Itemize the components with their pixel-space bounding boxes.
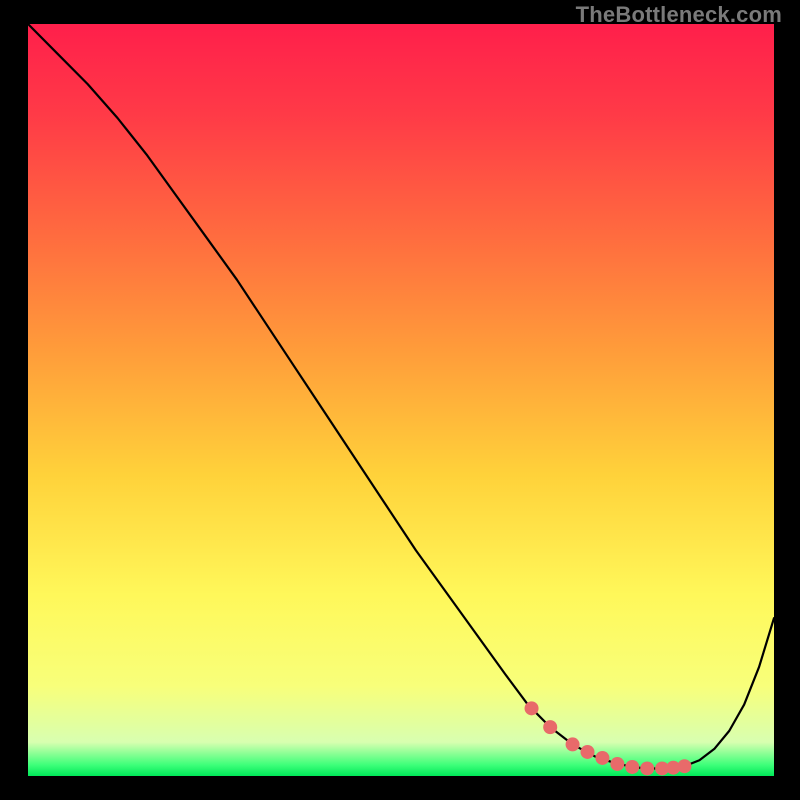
curve-marker [581,745,595,759]
curve-marker [525,701,539,715]
curve-marker [543,720,557,734]
curve-marker [610,757,624,771]
chart-svg [28,24,774,776]
curve-marker [595,751,609,765]
chart-plot-area [28,24,774,776]
gradient-background [28,24,774,776]
curve-marker [677,759,691,773]
curve-marker [640,761,654,775]
curve-marker [566,737,580,751]
curve-marker [625,760,639,774]
